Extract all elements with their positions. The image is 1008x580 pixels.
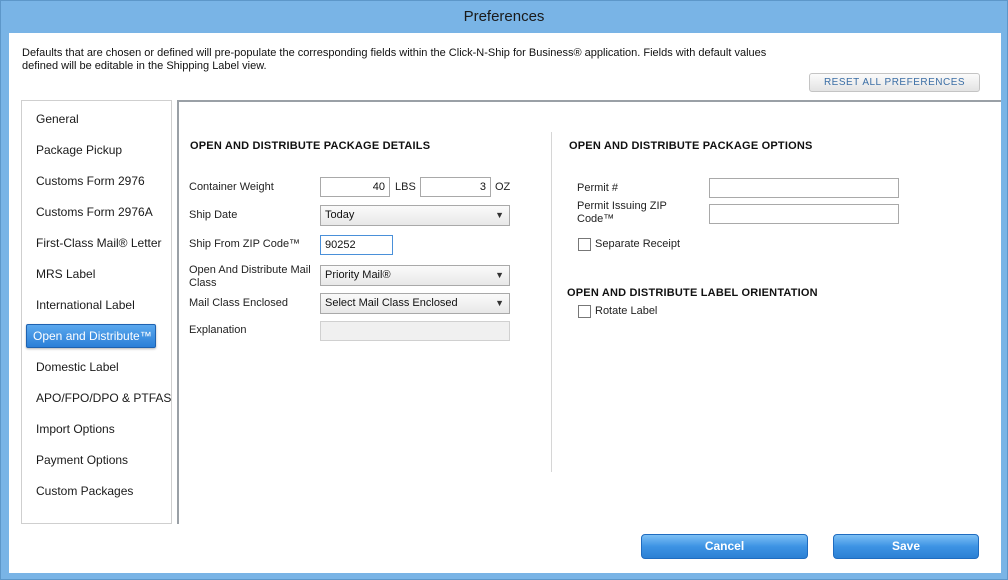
column-divider bbox=[551, 132, 552, 472]
intro-text: Defaults that are chosen or defined will… bbox=[22, 47, 812, 73]
oz-unit-label: OZ bbox=[495, 181, 511, 193]
mail-class-enclosed-value: Select Mail Class Enclosed bbox=[325, 297, 458, 309]
ship-date-label: Ship Date bbox=[189, 209, 238, 221]
mail-class-enclosed-select[interactable]: Select Mail Class Enclosed ▼ bbox=[320, 293, 510, 314]
reset-all-preferences-button[interactable]: RESET ALL PREFERENCES bbox=[809, 73, 980, 92]
dialog-client-area: Defaults that are chosen or defined will… bbox=[9, 33, 1001, 573]
permit-input[interactable] bbox=[709, 178, 899, 198]
permit-zip-label: Permit Issuing ZIP Code™ bbox=[577, 200, 667, 226]
sidebar-item-mrs-label[interactable]: MRS Label bbox=[30, 262, 163, 286]
cancel-button[interactable]: Cancel bbox=[641, 534, 808, 559]
sidebar-item-import-options[interactable]: Import Options bbox=[30, 417, 163, 441]
permit-zip-label-line-2: Code™ bbox=[577, 213, 615, 225]
preferences-sidebar: General Package Pickup Customs Form 2976… bbox=[21, 100, 172, 524]
options-section-title: OPEN AND DISTRIBUTE PACKAGE OPTIONS bbox=[569, 140, 813, 152]
chevron-down-icon: ▼ bbox=[495, 270, 504, 280]
sidebar-item-custom-packages[interactable]: Custom Packages bbox=[30, 479, 163, 503]
sidebar-item-package-pickup[interactable]: Package Pickup bbox=[30, 138, 163, 162]
mail-class-label: Open And Distribute Mail Class bbox=[189, 264, 311, 290]
sidebar-item-international-label[interactable]: International Label bbox=[30, 293, 163, 317]
chevron-down-icon: ▼ bbox=[495, 298, 504, 308]
explanation-label: Explanation bbox=[189, 324, 247, 336]
sidebar-item-open-and-distribute[interactable]: Open and Distribute™ bbox=[26, 324, 156, 348]
permit-zip-input[interactable] bbox=[709, 204, 899, 224]
sidebar-item-customs-form-2976a[interactable]: Customs Form 2976A bbox=[30, 200, 163, 224]
rotate-label-text: Rotate Label bbox=[595, 305, 658, 317]
ship-date-value: Today bbox=[325, 209, 355, 221]
sidebar-item-apo-fpo-dpo-ptfas[interactable]: APO/FPO/DPO & PTFAS bbox=[30, 386, 171, 410]
rotate-label-checkbox[interactable] bbox=[578, 305, 591, 318]
preferences-content-panel: OPEN AND DISTRIBUTE PACKAGE DETAILS Cont… bbox=[177, 100, 1001, 524]
explanation-input bbox=[320, 321, 510, 341]
intro-line-2: defined will be editable in the Shipping… bbox=[22, 60, 267, 72]
window-title: Preferences bbox=[463, 8, 545, 25]
weight-oz-input[interactable] bbox=[420, 177, 491, 197]
separate-receipt-checkbox[interactable] bbox=[578, 238, 591, 251]
ship-date-select[interactable]: Today ▼ bbox=[320, 205, 510, 226]
separate-receipt-label: Separate Receipt bbox=[595, 238, 680, 250]
weight-lbs-input[interactable] bbox=[320, 177, 390, 197]
mail-class-label-line-1: Open And Distribute Mail bbox=[189, 264, 311, 276]
sidebar-item-customs-form-2976[interactable]: Customs Form 2976 bbox=[30, 169, 163, 193]
mail-class-enclosed-label: Mail Class Enclosed bbox=[189, 297, 289, 309]
chevron-down-icon: ▼ bbox=[495, 210, 504, 220]
mail-class-label-line-2: Class bbox=[189, 277, 217, 289]
save-button[interactable]: Save bbox=[833, 534, 979, 559]
ship-from-zip-input[interactable] bbox=[320, 235, 393, 255]
sidebar-item-payment-options[interactable]: Payment Options bbox=[30, 448, 163, 472]
orientation-section-title: OPEN AND DISTRIBUTE LABEL ORIENTATION bbox=[567, 287, 818, 299]
permit-label: Permit # bbox=[577, 182, 618, 194]
mail-class-value: Priority Mail® bbox=[325, 269, 391, 281]
sidebar-item-domestic-label[interactable]: Domestic Label bbox=[30, 355, 163, 379]
ship-from-zip-label: Ship From ZIP Code™ bbox=[189, 238, 301, 250]
intro-line-1: Defaults that are chosen or defined will… bbox=[22, 47, 767, 59]
container-weight-label: Container Weight bbox=[189, 181, 274, 193]
sidebar-item-general[interactable]: General bbox=[30, 107, 163, 131]
details-section-title: OPEN AND DISTRIBUTE PACKAGE DETAILS bbox=[190, 140, 431, 152]
permit-zip-label-line-1: Permit Issuing ZIP bbox=[577, 200, 667, 212]
mail-class-select[interactable]: Priority Mail® ▼ bbox=[320, 265, 510, 286]
lbs-unit-label: LBS bbox=[395, 181, 416, 193]
sidebar-item-first-class-mail-letter[interactable]: First-Class Mail® Letter bbox=[30, 231, 163, 255]
preferences-window: Preferences Defaults that are chosen or … bbox=[0, 0, 1008, 580]
